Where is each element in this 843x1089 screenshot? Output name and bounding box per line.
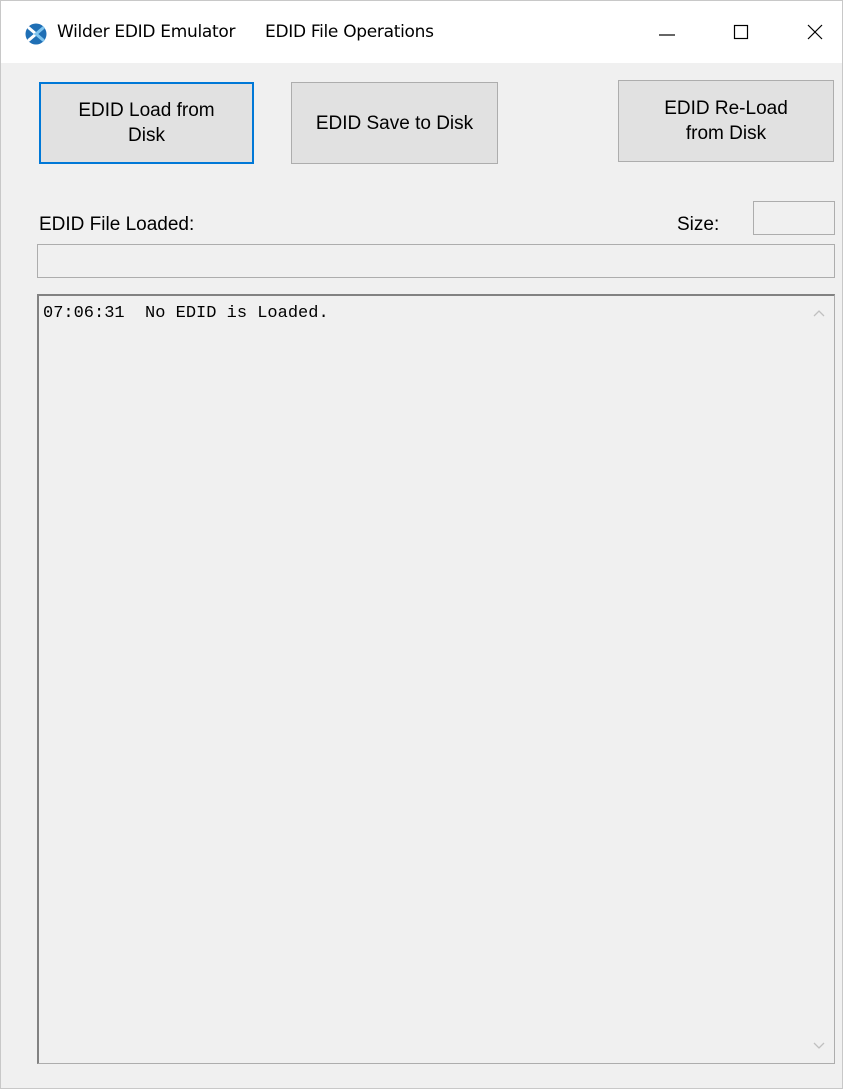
title-bar[interactable]: Wilder EDID Emulator EDID File Operation… xyxy=(1,1,842,63)
edid-file-operations-window: Wilder EDID Emulator EDID File Operation… xyxy=(0,0,843,1089)
edid-save-to-disk-button[interactable]: EDID Save to Disk xyxy=(291,82,498,164)
load-button-label: EDID Load from Disk xyxy=(78,100,215,146)
save-button-label: EDID Save to Disk xyxy=(315,112,474,134)
size-field[interactable] xyxy=(753,201,835,235)
file-loaded-label: EDID File Loaded: xyxy=(39,214,195,235)
maximize-icon xyxy=(733,24,749,40)
reload-button-label: EDID Re-Load from Disk xyxy=(664,98,788,144)
log-output-area[interactable]: 07:06:31 No EDID is Loaded. xyxy=(37,294,835,1064)
close-button[interactable] xyxy=(783,1,843,63)
scroll-up-arrow-icon[interactable] xyxy=(813,308,825,318)
app-title: Wilder EDID Emulator xyxy=(57,22,236,42)
edid-reload-from-disk-button[interactable]: EDID Re-Load from Disk xyxy=(618,80,834,162)
edid-load-from-disk-button[interactable]: EDID Load from Disk xyxy=(39,82,254,164)
minimize-icon xyxy=(659,34,675,36)
minimize-button[interactable] xyxy=(635,1,699,63)
size-label: Size: xyxy=(677,214,720,235)
document-title: EDID File Operations xyxy=(265,22,434,42)
close-icon xyxy=(807,24,823,40)
vertical-scrollbar[interactable] xyxy=(804,296,834,1063)
log-text: 07:06:31 No EDID is Loaded. xyxy=(43,304,329,323)
maximize-button[interactable] xyxy=(709,1,773,63)
scroll-down-arrow-icon[interactable] xyxy=(813,1041,825,1051)
file-loaded-field[interactable] xyxy=(37,244,835,278)
wilder-logo-icon xyxy=(25,23,47,45)
